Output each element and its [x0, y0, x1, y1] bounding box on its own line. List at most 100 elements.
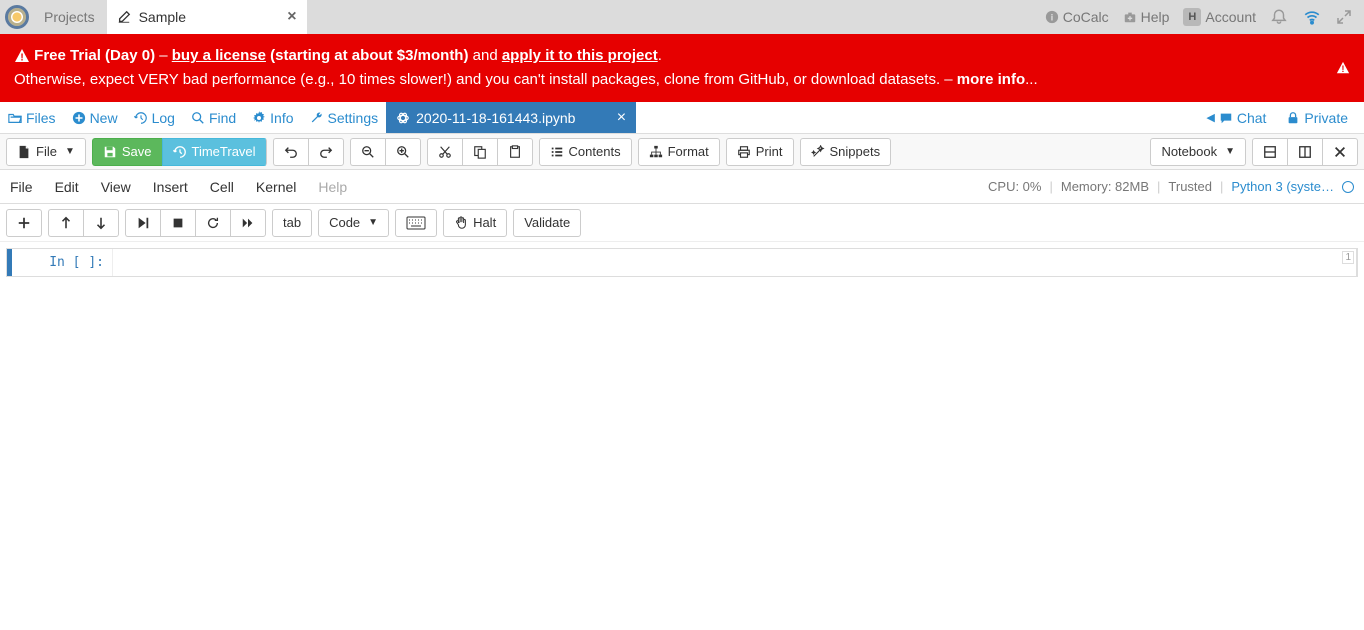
svg-text:!: ! — [1342, 64, 1345, 74]
close-icon[interactable]: × — [617, 109, 626, 127]
split-v-icon — [1263, 145, 1277, 159]
chevron-down-icon: ▼ — [1225, 146, 1235, 157]
halt-button[interactable]: Halt — [443, 209, 507, 237]
cell-action-row: tab Code ▼ Halt Validate — [0, 204, 1364, 242]
notebook-dropdown[interactable]: Notebook ▼ — [1150, 138, 1246, 166]
close-panel-button[interactable] — [1322, 138, 1358, 166]
log-tab[interactable]: Log — [126, 102, 183, 133]
chevron-down-icon: ▼ — [368, 217, 378, 228]
notebook-cells: In [ ]: 1 — [0, 242, 1364, 283]
menu-view[interactable]: View — [101, 179, 131, 195]
private-link[interactable]: Private — [1282, 110, 1352, 126]
find-tab[interactable]: Find — [183, 102, 244, 133]
snippets-button[interactable]: Snippets — [800, 138, 892, 166]
svg-text:i: i — [1050, 13, 1053, 24]
redo-icon — [319, 145, 333, 159]
redo-button[interactable] — [308, 138, 344, 166]
print-button[interactable]: Print — [726, 138, 794, 166]
menu-edit[interactable]: Edit — [55, 179, 79, 195]
plus-icon — [17, 216, 31, 230]
files-tab[interactable]: Files — [0, 102, 64, 133]
cell-prompt: In [ ]: — [12, 249, 112, 276]
help-link[interactable]: Help — [1123, 9, 1170, 25]
close-icon[interactable]: × — [287, 8, 296, 26]
kernel-status-icon — [1342, 181, 1354, 193]
cocalc-logo[interactable] — [2, 0, 32, 34]
cell-type-dropdown[interactable]: Code ▼ — [318, 209, 389, 237]
buy-license-link[interactable]: buy a license — [172, 47, 266, 64]
history-icon — [173, 145, 187, 159]
chat-link[interactable]: ◀ Chat — [1202, 110, 1270, 126]
restart-button[interactable] — [195, 209, 230, 237]
run-all-button[interactable] — [230, 209, 266, 237]
file-dropdown-button[interactable]: File ▼ — [6, 138, 86, 166]
paste-button[interactable] — [497, 138, 533, 166]
edit-icon — [117, 10, 131, 24]
open-file-name: 2020-11-18-161443.ipynb — [416, 110, 575, 126]
project-tab-sample[interactable]: Sample × — [107, 0, 307, 34]
stop-icon — [171, 216, 185, 230]
expand-icon[interactable] — [1336, 9, 1352, 25]
validate-button[interactable]: Validate — [513, 209, 581, 237]
cocalc-link[interactable]: i CoCalc — [1045, 9, 1109, 25]
zoom-in-icon — [396, 145, 410, 159]
more-info-link[interactable]: more info — [957, 71, 1025, 88]
top-tab-bar: Projects Sample × i CoCalc Help H Accoun… — [0, 0, 1364, 34]
menu-help[interactable]: Help — [318, 179, 347, 195]
wifi-icon[interactable] — [1302, 8, 1322, 26]
banner-prefix: Free Trial (Day 0) — [34, 47, 155, 64]
cut-button[interactable] — [427, 138, 462, 166]
zoom-out-button[interactable] — [350, 138, 385, 166]
menu-kernel[interactable]: Kernel — [256, 179, 296, 195]
paste-icon — [508, 145, 522, 159]
account-badge: H — [1183, 8, 1201, 26]
file-toolbar: File ▼ Save TimeTravel Contents Format P… — [0, 134, 1364, 170]
menu-insert[interactable]: Insert — [153, 179, 188, 195]
tab-button[interactable]: tab — [272, 209, 312, 237]
open-file-tab[interactable]: 2020-11-18-161443.ipynb × — [386, 102, 636, 133]
gear-icon — [252, 111, 266, 125]
cell-input[interactable] — [112, 249, 1357, 276]
info-tab[interactable]: Info — [244, 102, 301, 133]
save-button[interactable]: Save — [92, 138, 162, 166]
project-nav-row: Files New Log Find Info Settings 2020-11… — [0, 102, 1364, 134]
move-down-button[interactable] — [83, 209, 119, 237]
jupyter-icon — [396, 111, 410, 125]
contents-button[interactable]: Contents — [539, 138, 632, 166]
kernel-name[interactable]: Python 3 (syste… — [1231, 179, 1334, 194]
code-cell[interactable]: In [ ]: 1 — [6, 248, 1358, 277]
chevron-down-icon: ▼ — [65, 146, 75, 157]
projects-link[interactable]: Projects — [32, 0, 107, 34]
timetravel-button[interactable]: TimeTravel — [162, 138, 267, 166]
zoom-in-button[interactable] — [385, 138, 421, 166]
hand-icon — [454, 216, 468, 230]
new-tab[interactable]: New — [64, 102, 126, 133]
list-icon — [550, 145, 564, 159]
fast-forward-icon — [241, 216, 255, 230]
caret-left-icon: ◀ — [1206, 111, 1214, 124]
split-horizontal-button[interactable] — [1287, 138, 1322, 166]
account-link[interactable]: H Account — [1183, 8, 1256, 26]
warning-icon: ! — [1336, 61, 1350, 75]
undo-button[interactable] — [273, 138, 308, 166]
history-icon — [134, 111, 148, 125]
bell-icon[interactable] — [1270, 8, 1288, 26]
settings-tab[interactable]: Settings — [302, 102, 387, 133]
apply-project-link[interactable]: apply it to this project — [502, 47, 658, 64]
run-button[interactable] — [125, 209, 160, 237]
move-up-button[interactable] — [48, 209, 83, 237]
insert-cell-button[interactable] — [6, 209, 42, 237]
menu-cell[interactable]: Cell — [210, 179, 234, 195]
menu-file[interactable]: File — [10, 179, 33, 195]
trial-banner: ! Free Trial (Day 0) – buy a license (st… — [0, 34, 1364, 102]
copy-button[interactable] — [462, 138, 497, 166]
split-vertical-button[interactable] — [1252, 138, 1287, 166]
keyboard-button[interactable] — [395, 209, 437, 237]
save-icon — [103, 145, 117, 159]
format-button[interactable]: Format — [638, 138, 720, 166]
arrow-up-icon — [59, 216, 73, 230]
undo-icon — [284, 145, 298, 159]
cell-exec-count: 1 — [1342, 251, 1354, 264]
stop-button[interactable] — [160, 209, 195, 237]
split-h-icon — [1298, 145, 1312, 159]
